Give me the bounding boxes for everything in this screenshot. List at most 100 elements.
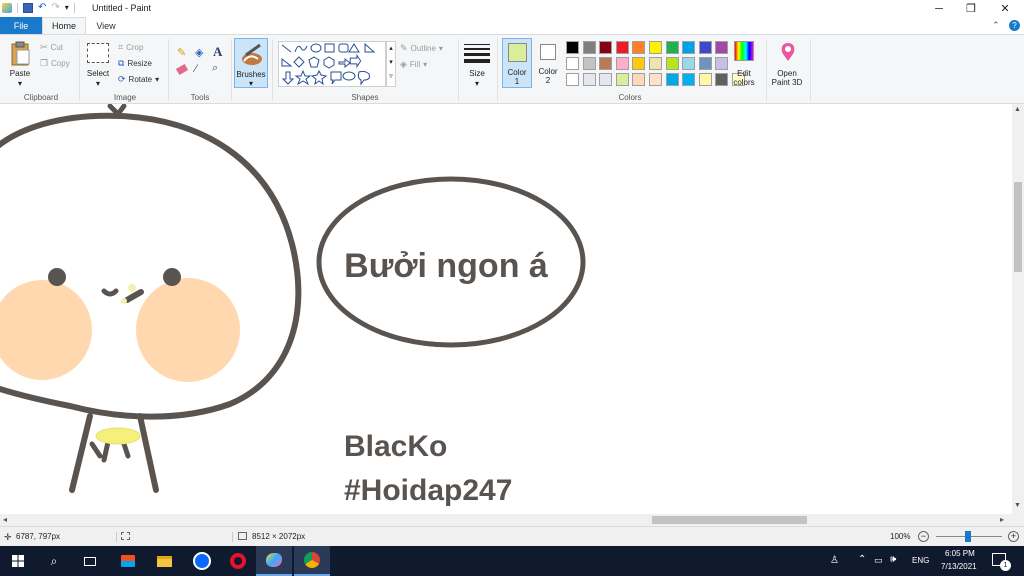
horizontal-scrollbar[interactable]: ◂ ▸ xyxy=(0,514,1012,526)
file-explorer-icon[interactable] xyxy=(146,546,182,576)
palette-swatch[interactable] xyxy=(682,73,696,86)
copy-button[interactable]: ❐ Copy xyxy=(40,58,70,69)
palette-swatch[interactable] xyxy=(649,41,662,54)
color-picker-icon[interactable]: ⁄ xyxy=(195,63,197,75)
brushes-button[interactable]: Brushes ▾ xyxy=(234,38,268,88)
clock-date[interactable]: 7/13/2021 xyxy=(941,562,977,571)
palette-swatch[interactable] xyxy=(599,41,613,54)
palette-swatch[interactable] xyxy=(632,41,646,54)
outline-button[interactable]: ✎ Outline ▾ xyxy=(400,43,443,54)
paste-dropdown-icon[interactable]: ▾ xyxy=(6,79,34,88)
palette-swatch[interactable] xyxy=(715,73,729,86)
scroll-right-icon[interactable]: ▸ xyxy=(1000,515,1004,524)
drawing-canvas[interactable]: Bưởi ngon á BlacKo #Hoidap247 xyxy=(0,104,1012,514)
rotate-button[interactable]: ⟳ Rotate ▾ xyxy=(118,74,159,85)
edit-colors-icon[interactable] xyxy=(734,41,754,61)
color2-button[interactable]: Color 2 xyxy=(535,38,563,88)
minimize-button[interactable]: ─ xyxy=(922,0,956,17)
zoom-slider-thumb[interactable] xyxy=(965,531,971,542)
select-dropdown-icon[interactable]: ▾ xyxy=(84,79,112,88)
minimize-ribbon-icon[interactable]: ⌃ xyxy=(992,20,1000,31)
scroll-up-icon[interactable]: ▲ xyxy=(1014,106,1021,113)
open-paint3d-button[interactable]: Open Paint 3D xyxy=(767,69,807,87)
size-button[interactable]: Size xyxy=(463,69,491,78)
zalo-icon[interactable] xyxy=(184,546,220,576)
magnifier-icon[interactable]: ⌕ xyxy=(212,62,218,75)
help-icon[interactable]: ? xyxy=(1009,20,1020,31)
palette-swatch[interactable] xyxy=(615,73,629,86)
palette-swatch[interactable] xyxy=(649,57,662,70)
select-icon[interactable] xyxy=(87,43,109,63)
close-button[interactable]: ✕ xyxy=(988,0,1022,17)
palette-swatch[interactable] xyxy=(665,57,679,70)
chrome-icon[interactable] xyxy=(294,546,330,576)
tab-home[interactable]: Home xyxy=(42,17,86,34)
palette-swatch[interactable] xyxy=(582,73,596,86)
palette-swatch[interactable] xyxy=(566,73,579,86)
horizontal-scroll-thumb[interactable] xyxy=(652,516,807,524)
select-button[interactable]: Select xyxy=(84,69,112,78)
show-hidden-icons[interactable]: ⌃ xyxy=(858,554,866,565)
palette-swatch[interactable] xyxy=(599,57,613,70)
vertical-scroll-thumb[interactable] xyxy=(1014,182,1022,272)
palette-swatch[interactable] xyxy=(566,41,579,54)
fill-button[interactable]: ◈ Fill ▾ xyxy=(400,59,427,70)
eraser-icon[interactable] xyxy=(175,63,189,76)
palette-swatch[interactable] xyxy=(665,41,679,54)
tab-view[interactable]: View xyxy=(86,17,126,34)
opera-icon[interactable] xyxy=(220,546,256,576)
resize-button[interactable]: ⧉ Resize xyxy=(118,58,152,69)
palette-swatch[interactable] xyxy=(582,41,596,54)
palette-swatch[interactable] xyxy=(615,57,629,70)
battery-icon[interactable]: ▭ xyxy=(874,555,883,566)
clock-time[interactable]: 6:05 PM xyxy=(945,549,975,558)
undo-icon[interactable]: ↶ xyxy=(38,2,46,13)
edit-colors-button[interactable]: Edit colors xyxy=(728,69,760,87)
search-icon[interactable]: ⌕ xyxy=(36,546,72,576)
scroll-left-icon[interactable]: ◂ xyxy=(3,515,7,524)
vertical-scrollbar[interactable]: ▲ ▼ xyxy=(1012,104,1024,514)
start-button[interactable] xyxy=(0,546,36,576)
restore-button[interactable]: ❐ xyxy=(954,0,988,17)
palette-swatch[interactable] xyxy=(698,41,712,54)
paste-button[interactable]: Paste xyxy=(6,69,34,78)
palette-swatch[interactable] xyxy=(649,73,662,86)
paint3d-icon[interactable] xyxy=(778,41,798,63)
fill-bucket-icon[interactable]: ◈ xyxy=(195,46,203,59)
color1-button[interactable]: Color 1 xyxy=(502,38,532,88)
task-view-icon[interactable] xyxy=(72,546,108,576)
size-icon[interactable] xyxy=(464,42,490,66)
palette-swatch[interactable] xyxy=(682,57,696,70)
zoom-out-button[interactable]: − xyxy=(918,531,929,542)
palette-swatch[interactable] xyxy=(615,41,629,54)
people-icon[interactable]: ♙ xyxy=(830,555,839,566)
palette-swatch[interactable] xyxy=(715,57,729,70)
text-tool-icon[interactable]: A xyxy=(213,44,222,60)
save-icon[interactable] xyxy=(23,2,33,13)
cut-button[interactable]: ✂ Cut xyxy=(40,42,63,53)
palette-swatch[interactable] xyxy=(698,57,712,70)
palette-swatch[interactable] xyxy=(632,73,646,86)
size-dropdown-icon[interactable]: ▾ xyxy=(463,79,491,88)
zoom-in-button[interactable]: + xyxy=(1008,531,1019,542)
store-app-icon[interactable] xyxy=(110,546,146,576)
tab-file[interactable]: File xyxy=(0,17,42,34)
volume-icon[interactable]: 🕪 xyxy=(890,554,896,565)
palette-swatch[interactable] xyxy=(682,41,696,54)
paste-icon[interactable] xyxy=(8,41,32,67)
customize-qat-icon[interactable]: ▾ xyxy=(65,3,69,12)
palette-swatch[interactable] xyxy=(582,57,596,70)
palette-swatch[interactable] xyxy=(566,57,579,70)
palette-swatch[interactable] xyxy=(665,73,679,86)
palette-swatch[interactable] xyxy=(632,57,646,70)
paint-taskbar-icon[interactable] xyxy=(256,546,292,576)
palette-swatch[interactable] xyxy=(599,73,613,86)
palette-swatch[interactable] xyxy=(698,73,712,86)
language-indicator[interactable]: ENG xyxy=(912,556,929,565)
pencil-icon[interactable]: ✎ xyxy=(177,46,186,59)
shapes-scroll-icon[interactable]: ▴ ▾ ▿ xyxy=(386,41,396,87)
palette-swatch[interactable] xyxy=(715,41,729,54)
scroll-down-icon[interactable]: ▼ xyxy=(1014,502,1021,509)
redo-icon[interactable]: ↷ xyxy=(51,2,59,13)
crop-button[interactable]: ⌗ Crop xyxy=(118,42,143,53)
